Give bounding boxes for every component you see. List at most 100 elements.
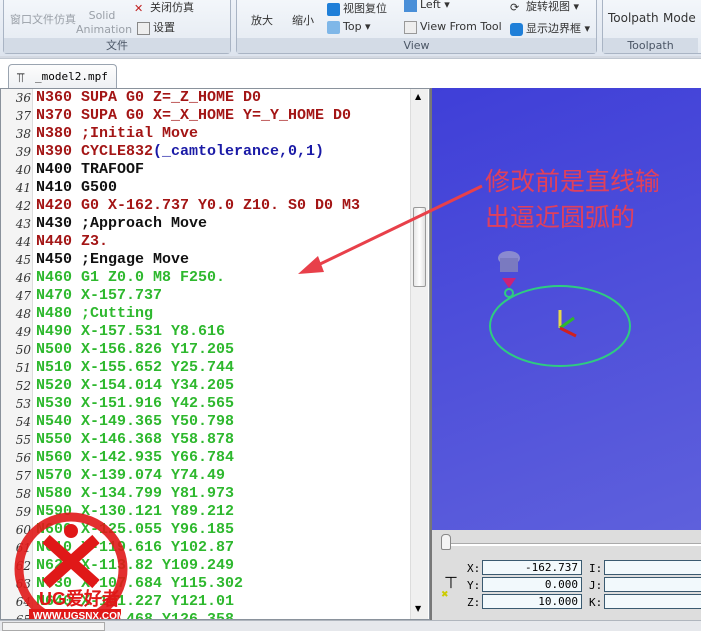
code-line[interactable]: 58 N580 X-134.799 Y81.973	[1, 485, 411, 503]
code-line[interactable]: 57 N570 X-139.074 Y74.49	[1, 467, 411, 485]
line-number: 43	[15, 217, 31, 231]
code-text: N500 X-156.826 Y17.205	[36, 341, 235, 358]
code-text: N570 X-139.074 Y74.49	[36, 467, 226, 484]
settings-label: 设置	[153, 21, 175, 34]
scroll-thumb[interactable]	[413, 207, 426, 287]
rotate-view-label: 旋转视图	[526, 0, 570, 13]
scroll-up-icon[interactable]: ▲	[415, 92, 421, 101]
zoom-in-button[interactable]: 放大	[251, 12, 273, 28]
settings-button[interactable]: 设置	[137, 19, 175, 35]
tab-model2-mpf[interactable]: ⫪ _model2.mpf	[8, 64, 117, 89]
code-line[interactable]: 40 N400 TRAFOOF	[1, 161, 411, 179]
toolpath-scene	[489, 251, 631, 367]
code-text: N450 ;Engage Move	[36, 251, 190, 268]
line-number: 57	[15, 469, 31, 483]
code-line[interactable]: 55 N550 X-146.368 Y58.878	[1, 431, 411, 449]
x-label: X:	[467, 562, 481, 575]
close-sim-label: 关闭仿真	[150, 1, 194, 14]
left-view-dropdown[interactable]: Left ▾	[404, 0, 450, 12]
rotate-icon: ⟳	[510, 0, 520, 14]
code-line[interactable]: 37 N370 SUPA G0 X=_X_HOME Y=_Y_HOME D0	[1, 107, 411, 125]
code-line[interactable]: 45 N450 ;Engage Move	[1, 251, 411, 269]
line-number: 54	[15, 415, 31, 429]
code-line[interactable]: 48 N480 ;Cutting	[1, 305, 411, 323]
line-number: 42	[15, 199, 31, 213]
j-field[interactable]	[604, 577, 701, 592]
solid-animation-button[interactable]: Solid Animation	[76, 9, 132, 37]
window-sim-button[interactable]: 窗口文件仿真	[10, 11, 76, 27]
view-reset-button[interactable]: 视图复位	[327, 0, 387, 16]
ribbon: 窗口文件仿真 Solid Animation ✕ 关闭仿真 设置 文件 放大 缩小…	[0, 0, 701, 56]
view-group-label: View	[237, 38, 596, 53]
line-number: 56	[15, 451, 31, 465]
code-line[interactable]: 54 N540 X-149.365 Y50.798	[1, 413, 411, 431]
code-line[interactable]: 50 N500 X-156.826 Y17.205	[1, 341, 411, 359]
tool-icon	[498, 251, 520, 298]
code-line[interactable]: 49 N490 X-157.531 Y8.616	[1, 323, 411, 341]
left-label: Left	[420, 0, 441, 11]
code-line[interactable]: 52 N520 X-154.014 Y34.205	[1, 377, 411, 395]
k-label: K:	[589, 596, 603, 609]
code-line[interactable]: 42 N420 G0 X-162.737 Y0.0 Z10. S0 D0 M3	[1, 197, 411, 215]
line-number: 47	[15, 289, 31, 303]
code-text: N560 X-142.935 Y66.784	[36, 449, 235, 466]
mode-dropdown[interactable]: Mode	[663, 11, 696, 25]
code-line[interactable]: 36 N360 SUPA G0 Z=_Z_HOME D0	[1, 89, 411, 107]
file-group-label: 文件	[4, 38, 230, 53]
svg-text:WWW.UGSNX.COM: WWW.UGSNX.COM	[33, 611, 125, 620]
code-line[interactable]: 41 N410 G500	[1, 179, 411, 197]
vertical-scrollbar[interactable]: ▲ ▼	[410, 89, 428, 619]
toolpath-group-label: Toolpath	[603, 38, 698, 53]
code-text: N440 Z3.	[36, 233, 109, 250]
toolpath-dropdown[interactable]: Toolpath	[608, 11, 659, 25]
code-text: N390 CYCLE832(_camtolerance,0,1)	[36, 143, 325, 160]
code-line[interactable]: 38 N380 ;Initial Move	[1, 125, 411, 143]
code-line[interactable]: 53 N530 X-151.916 Y42.565	[1, 395, 411, 413]
top-view-dropdown[interactable]: Top ▾	[327, 20, 371, 34]
cube-icon	[327, 20, 340, 34]
i-label: I:	[589, 562, 603, 575]
code-text: N360 SUPA G0 Z=_Z_HOME D0	[36, 89, 262, 106]
code-line[interactable]: 43 N430 ;Approach Move	[1, 215, 411, 233]
view-reset-label: 视图复位	[343, 2, 387, 15]
line-number: 37	[15, 109, 31, 123]
i-field[interactable]	[604, 560, 701, 575]
code-line[interactable]: 39 N390 CYCLE832(_camtolerance,0,1)	[1, 143, 411, 161]
x-field[interactable]: -162.737	[482, 560, 582, 575]
cube-icon	[404, 0, 417, 12]
code-text: N370 SUPA G0 X=_X_HOME Y=_Y_HOME D0	[36, 107, 352, 124]
line-number: 45	[15, 253, 31, 267]
code-line[interactable]: 56 N560 X-142.935 Y66.784	[1, 449, 411, 467]
watermark-logo: UG爱好者 WWW.UGSNX.COM	[14, 512, 128, 620]
show-bounds-dropdown[interactable]: 显示边界框 ▾	[510, 20, 590, 36]
3d-viewport[interactable]: 修改前是直线输 出逼近圆弧的	[430, 88, 701, 530]
slider-handle[interactable]	[441, 534, 451, 550]
code-text: N520 X-154.014 Y34.205	[36, 377, 235, 394]
code-line[interactable]: 51 N510 X-155.652 Y25.744	[1, 359, 411, 377]
line-number: 44	[15, 235, 31, 249]
view-from-tool-button[interactable]: View From Tool	[404, 20, 502, 34]
line-number: 53	[15, 397, 31, 411]
y-field[interactable]: 0.000	[482, 577, 582, 592]
horizontal-scroll-tab[interactable]	[2, 622, 105, 631]
code-line[interactable]: 47 N470 X-157.737	[1, 287, 411, 305]
line-number: 58	[15, 487, 31, 501]
close-sim-button[interactable]: ✕ 关闭仿真	[134, 0, 194, 15]
code-editor[interactable]: 36 N360 SUPA G0 Z=_Z_HOME D0 37 N370 SUPA G…	[0, 88, 430, 620]
tool-view-icon	[404, 20, 417, 34]
code-text: N480 ;Cutting	[36, 305, 154, 322]
bounds-icon	[510, 22, 523, 36]
code-line[interactable]: 46 N460 G1 Z0.0 M8 F250.	[1, 269, 411, 287]
scroll-down-icon[interactable]: ▼	[415, 604, 421, 613]
timeline-slider[interactable]	[442, 543, 701, 546]
z-field[interactable]: 10.000	[482, 594, 582, 609]
code-text: N400 TRAFOOF	[36, 161, 145, 178]
rotate-view-dropdown[interactable]: ⟳ 旋转视图 ▾	[510, 0, 579, 14]
code-line[interactable]: 44 N440 Z3.	[1, 233, 411, 251]
line-number: 38	[15, 127, 31, 141]
zoom-out-button[interactable]: 缩小	[292, 12, 314, 28]
cube-icon	[327, 2, 340, 16]
code-text: N380 ;Initial Move	[36, 125, 199, 142]
k-field[interactable]	[604, 594, 701, 609]
view-from-tool-label: View From Tool	[420, 20, 502, 33]
